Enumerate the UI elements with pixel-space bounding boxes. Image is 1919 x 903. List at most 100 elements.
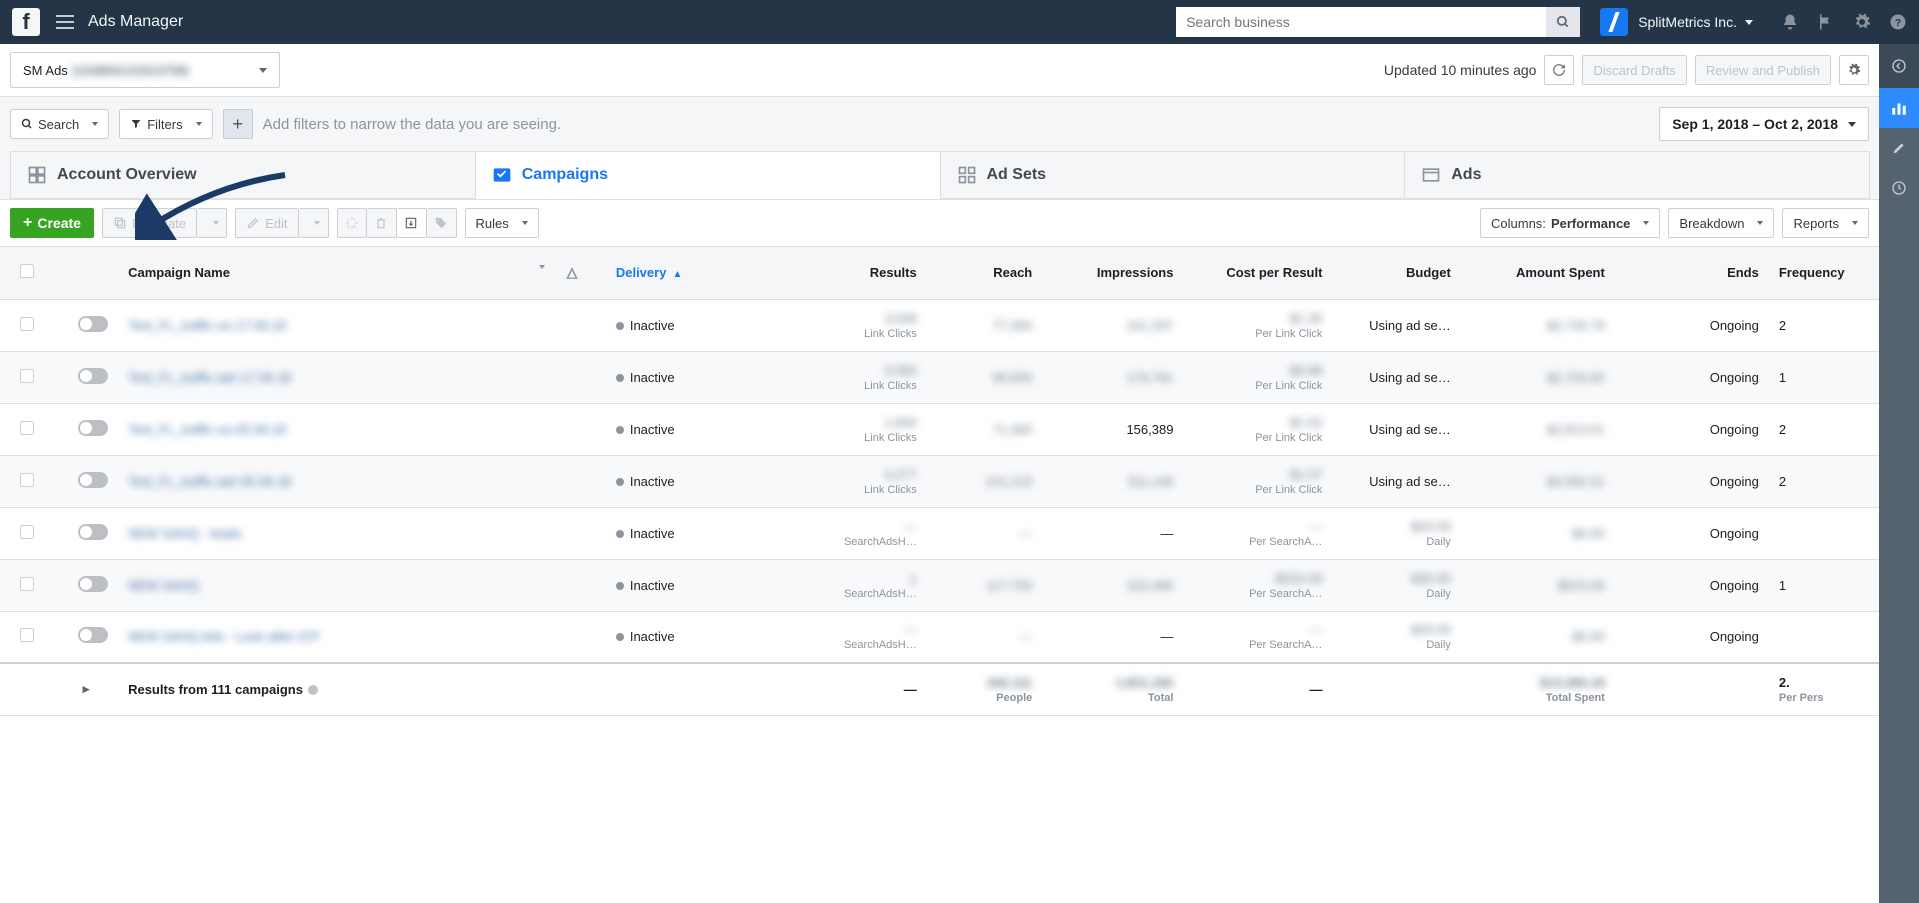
filters-bar: Search Filters + Add filters to narrow t… — [0, 97, 1879, 151]
col-ends[interactable]: Ends — [1615, 247, 1769, 299]
adsets-icon — [957, 165, 977, 185]
row-checkbox[interactable] — [20, 577, 34, 591]
tab-adsets[interactable]: Ad Sets — [940, 151, 1406, 199]
toolbar: +Create Duplicate Edit Rules Columns: Pe… — [0, 199, 1879, 246]
col-impressions[interactable]: Impressions — [1042, 247, 1183, 299]
row-checkbox[interactable] — [20, 525, 34, 539]
footer-row: ▸Results from 111 campaigns —442,111Peop… — [0, 663, 1879, 715]
company-logo — [1600, 8, 1628, 36]
refresh-button[interactable] — [1544, 55, 1574, 85]
campaign-name-link[interactable]: Test_FL_traffic-adr-05.09.18 — [128, 474, 291, 489]
col-cost[interactable]: Cost per Result — [1183, 247, 1332, 299]
caret-down-icon — [1745, 20, 1753, 25]
row-checkbox[interactable] — [20, 421, 34, 435]
campaign-name-link[interactable]: NEW SAHQ Ads - Look alike ICP — [128, 629, 319, 644]
tabs-row: Account Overview Campaigns Ad Sets Ads — [0, 151, 1879, 199]
row-checkbox[interactable] — [20, 473, 34, 487]
facebook-logo[interactable]: f — [12, 8, 40, 36]
table-row[interactable]: NEW SAHQ - leadsInactive—SearchAdsH…———P… — [0, 507, 1879, 559]
discard-drafts-button[interactable]: Discard Drafts — [1582, 55, 1686, 85]
create-button[interactable]: +Create — [10, 208, 94, 238]
campaign-name-link[interactable]: NEW SAHQ - leads — [128, 526, 241, 541]
row-toggle[interactable] — [78, 524, 108, 540]
status-dot-icon — [616, 633, 624, 641]
tab-campaigns[interactable]: Campaigns — [475, 151, 941, 199]
row-toggle[interactable] — [78, 420, 108, 436]
table-row[interactable]: Test_FL_traffic-us-05.09.18Inactive1,840… — [0, 403, 1879, 455]
flag-icon[interactable] — [1817, 13, 1835, 31]
table-row[interactable]: Test_FL_traffic-adr-05.09.18Inactive4,27… — [0, 455, 1879, 507]
col-delivery[interactable]: Delivery▲ — [606, 247, 799, 299]
col-frequency[interactable]: Frequency — [1769, 247, 1879, 299]
row-toggle[interactable] — [78, 576, 108, 592]
col-spent[interactable]: Amount Spent — [1461, 247, 1615, 299]
caret-down-icon — [259, 68, 267, 73]
reports-dropdown[interactable]: Reports — [1782, 208, 1869, 238]
help-icon[interactable]: ? — [1889, 13, 1907, 31]
status-dot-icon — [616, 426, 624, 434]
account-id: (104884131913758) — [72, 63, 189, 78]
account-bar: SM Ads (104884131913758) Updated 10 minu… — [0, 44, 1879, 97]
delete-button[interactable] — [367, 208, 397, 238]
tag-button[interactable] — [427, 208, 457, 238]
campaigns-icon — [492, 165, 512, 185]
app-title: Ads Manager — [88, 13, 183, 31]
chart-icon — [1890, 99, 1908, 117]
search-dropdown[interactable]: Search — [10, 109, 109, 139]
row-checkbox[interactable] — [20, 317, 34, 331]
rail-edit[interactable] — [1879, 128, 1919, 168]
status-dot-icon — [616, 478, 624, 486]
table-row[interactable]: Test_FL_traffic-us-17.09.18Inactive3,008… — [0, 299, 1879, 351]
breakdown-dropdown[interactable]: Breakdown — [1668, 208, 1774, 238]
filters-dropdown[interactable]: Filters — [119, 109, 212, 139]
duplicate-button[interactable]: Duplicate — [102, 208, 197, 238]
col-results[interactable]: Results — [798, 247, 926, 299]
edit-caret[interactable] — [299, 208, 329, 238]
campaign-name-link[interactable]: Test_FL_traffic-us-17.09.18 — [128, 318, 286, 333]
edit-button[interactable]: Edit — [235, 208, 298, 238]
col-warning[interactable] — [555, 247, 606, 299]
campaign-name-link[interactable]: Test_FL_traffic-adr-17.09.18 — [128, 370, 291, 385]
ads-icon — [1421, 165, 1441, 185]
revert-button[interactable] — [337, 208, 367, 238]
warning-icon — [565, 266, 579, 280]
rail-charts[interactable] — [1879, 88, 1919, 128]
col-reach[interactable]: Reach — [927, 247, 1043, 299]
search-button[interactable] — [1546, 7, 1580, 37]
export-button[interactable] — [397, 208, 427, 238]
table-row[interactable]: Test_FL_traffic-adr-17.09.18Inactive3,08… — [0, 351, 1879, 403]
settings-button[interactable] — [1839, 55, 1869, 85]
account-selector[interactable]: SM Ads (104884131913758) — [10, 52, 280, 88]
svg-text:?: ? — [1895, 17, 1901, 29]
tab-overview[interactable]: Account Overview — [10, 151, 476, 199]
rail-history[interactable] — [1879, 168, 1919, 208]
row-toggle[interactable] — [78, 627, 108, 643]
table-row[interactable]: NEW SAHQ Ads - Look alike ICPInactive—Se… — [0, 611, 1879, 663]
notifications-icon[interactable] — [1781, 13, 1799, 31]
campaign-name-link[interactable]: NEW SAHQ — [128, 578, 199, 593]
search-icon — [1556, 15, 1570, 29]
review-publish-button[interactable]: Review and Publish — [1695, 55, 1831, 85]
duplicate-caret[interactable] — [197, 208, 227, 238]
row-checkbox[interactable] — [20, 628, 34, 642]
col-budget[interactable]: Budget — [1332, 247, 1460, 299]
table-row[interactable]: NEW SAHQInactive1SearchAdsH…117,750222,4… — [0, 559, 1879, 611]
status-dot-icon — [616, 582, 624, 590]
date-range-selector[interactable]: Sep 1, 2018 – Oct 2, 2018 — [1659, 107, 1869, 141]
campaign-name-link[interactable]: Test_FL_traffic-us-05.09.18 — [128, 422, 286, 437]
row-checkbox[interactable] — [20, 369, 34, 383]
row-toggle[interactable] — [78, 472, 108, 488]
col-name[interactable]: Campaign Name — [118, 247, 554, 299]
col-checkbox[interactable] — [0, 247, 54, 299]
rail-collapse[interactable] — [1879, 44, 1919, 88]
add-filter-button[interactable]: + — [223, 109, 253, 139]
rules-dropdown[interactable]: Rules — [465, 208, 539, 238]
company-selector[interactable]: SplitMetrics Inc. — [1600, 8, 1753, 36]
row-toggle[interactable] — [78, 316, 108, 332]
menu-icon[interactable] — [56, 15, 74, 29]
search-input[interactable] — [1176, 7, 1546, 37]
gear-icon[interactable] — [1853, 13, 1871, 31]
columns-dropdown[interactable]: Columns: Performance — [1480, 208, 1660, 238]
tab-ads[interactable]: Ads — [1404, 151, 1870, 199]
row-toggle[interactable] — [78, 368, 108, 384]
